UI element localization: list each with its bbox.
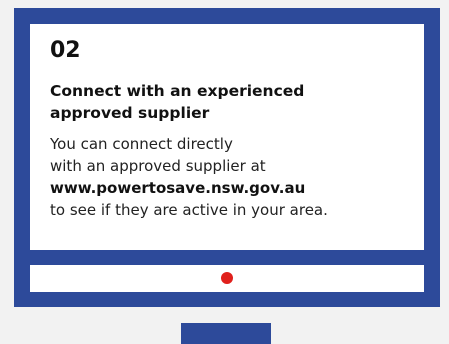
monitor-illustration: 02 Connect with an experienced approved … [14, 8, 440, 307]
body-line-2: with an approved supplier at [50, 157, 266, 175]
heading-line-2: approved supplier [50, 104, 210, 122]
supplier-website-url: www.powertosave.nsw.gov.au [50, 179, 306, 197]
body-line-4: to see if they are active in your area. [50, 201, 328, 219]
body-line-1: You can connect directly [50, 135, 233, 153]
monitor-screen: 02 Connect with an experienced approved … [30, 24, 424, 250]
power-indicator-icon [221, 272, 233, 284]
heading-line-1: Connect with an experienced [50, 82, 305, 100]
card-body: You can connect directly with an approve… [50, 133, 422, 221]
card-heading: Connect with an experienced approved sup… [50, 80, 410, 124]
step-number: 02 [50, 38, 81, 63]
monitor-stand [181, 323, 271, 344]
